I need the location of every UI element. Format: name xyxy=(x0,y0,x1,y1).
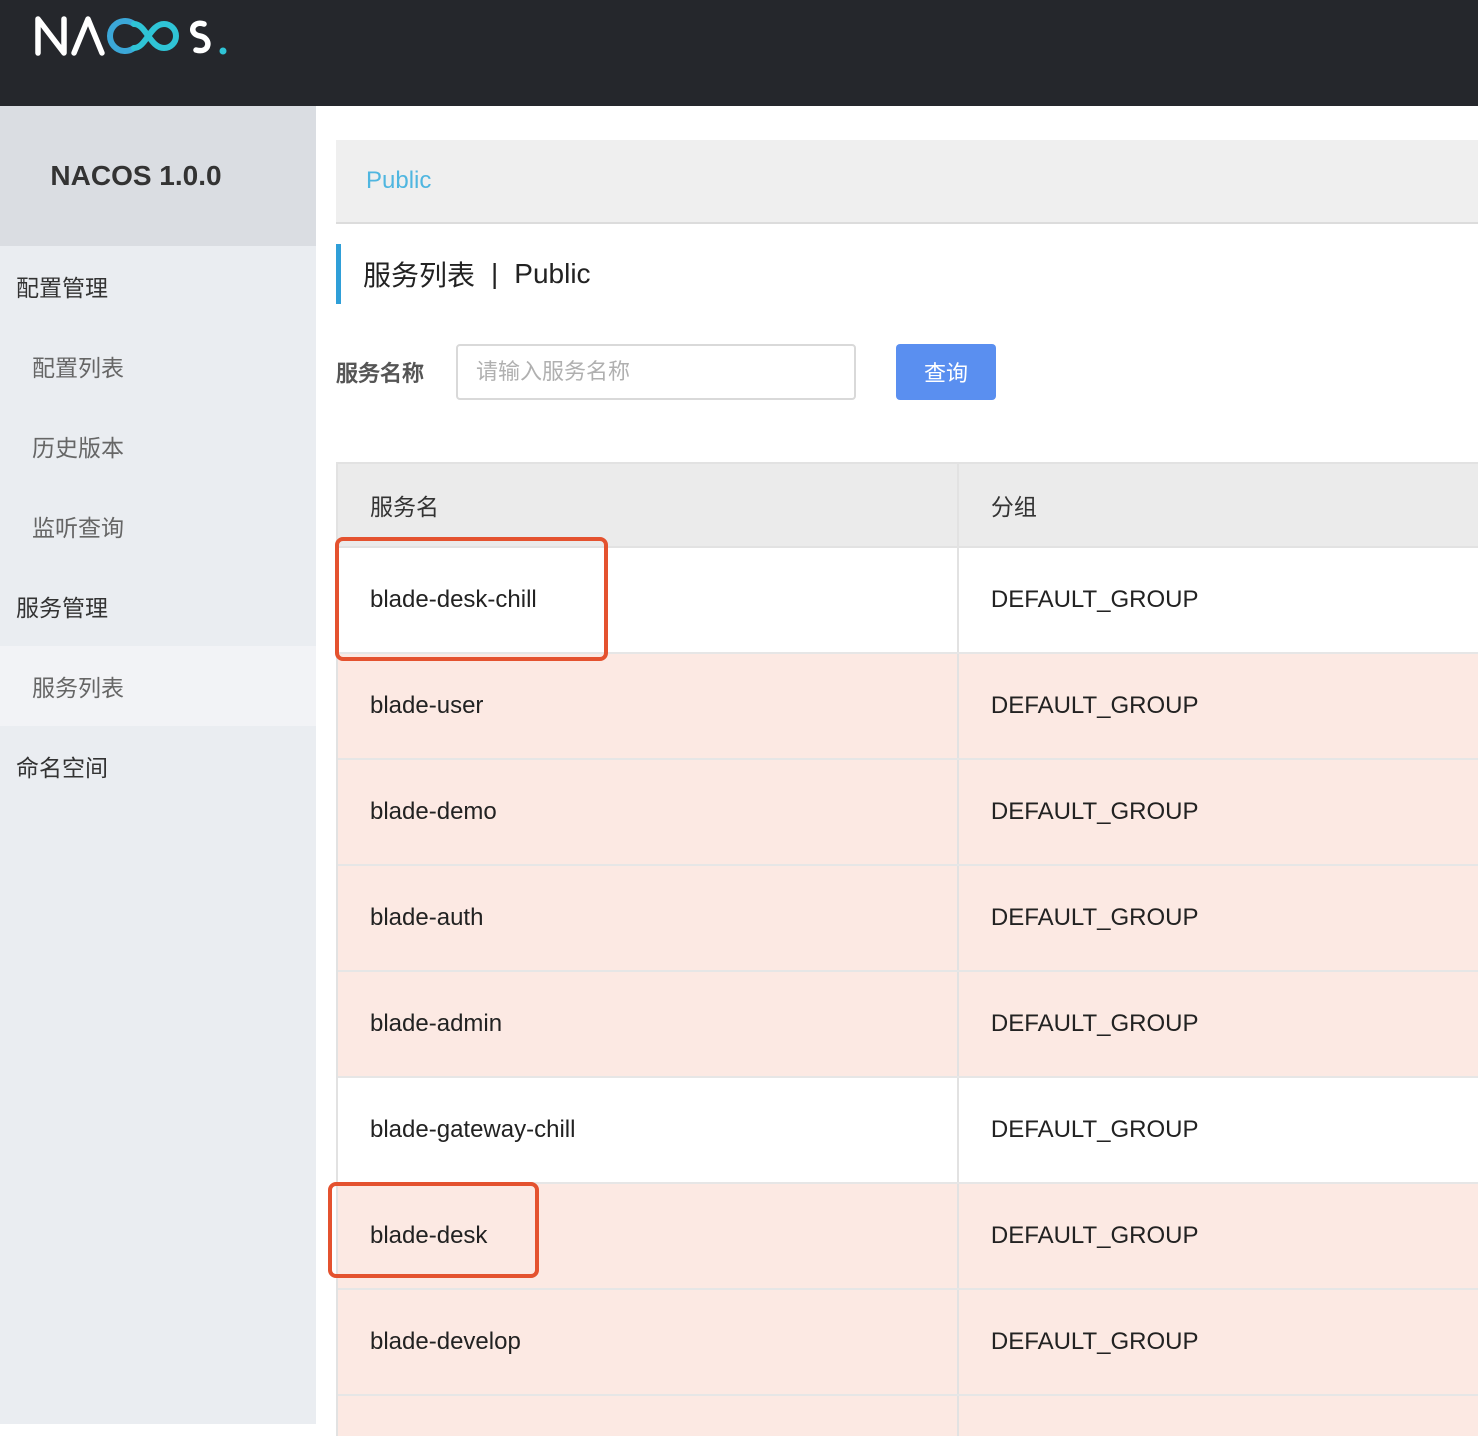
service-name-cell[interactable]: blade-desk-chill xyxy=(338,548,959,652)
group-cell: DEFAULT_GROUP xyxy=(990,692,1199,719)
service-name-input[interactable] xyxy=(456,344,856,400)
sidebar-item-config-management[interactable]: 配置管理 xyxy=(0,246,316,326)
nacos-logo-graphic xyxy=(35,16,227,56)
sidebar-item-history[interactable]: 历史版本 xyxy=(0,406,316,486)
column-header-group: 分组 xyxy=(990,495,1037,521)
sidebar-title: NACOS 1.0.0 xyxy=(50,160,222,191)
service-name-cell-partial xyxy=(338,1396,959,1436)
namespace-link-public[interactable]: Public xyxy=(366,167,431,195)
sidebar-item-listener-query[interactable]: 监听查询 xyxy=(0,486,316,566)
group-cell: DEFAULT_GROUP xyxy=(990,1222,1199,1249)
page-title-namespace: Public xyxy=(514,258,591,289)
top-bar xyxy=(0,0,1478,106)
sidebar-item-label: 服务列表 xyxy=(32,676,124,702)
service-table: 服务名 分组 blade-desk-chill DEFAULT_GROUP bl… xyxy=(336,462,1478,1436)
service-name-cell[interactable]: blade-gateway-chill xyxy=(338,1078,959,1182)
sidebar-header: NACOS 1.0.0 xyxy=(0,106,316,246)
nacos-logo[interactable] xyxy=(34,14,230,58)
page-title: 服务列表 | Public xyxy=(336,244,591,304)
service-name-cell[interactable]: blade-admin xyxy=(338,972,959,1076)
sidebar-item-service-management[interactable]: 服务管理 xyxy=(0,566,316,646)
table-row: blade-admin DEFAULT_GROUP xyxy=(338,972,1478,1078)
table-header: 服务名 分组 xyxy=(338,464,1478,548)
table-row-partial xyxy=(338,1396,1478,1436)
sidebar-item-config-list[interactable]: 配置列表 xyxy=(0,326,316,406)
group-cell: DEFAULT_GROUP xyxy=(990,904,1199,931)
sidebar: NACOS 1.0.0 配置管理 配置列表 历史版本 监听查询 服务管理 服务列… xyxy=(0,106,316,1424)
column-header-service-name: 服务名 xyxy=(338,464,959,546)
group-cell: DEFAULT_GROUP xyxy=(990,1328,1199,1355)
group-cell: DEFAULT_GROUP xyxy=(990,798,1199,825)
sidebar-item-label: 命名空间 xyxy=(16,756,108,782)
sidebar-item-label: 服务管理 xyxy=(16,596,108,622)
service-name-cell[interactable]: blade-desk xyxy=(338,1184,959,1288)
table-row: blade-demo DEFAULT_GROUP xyxy=(338,760,1478,866)
table-row: blade-desk-chill DEFAULT_GROUP xyxy=(338,548,1478,654)
sidebar-item-label: 配置列表 xyxy=(32,356,124,382)
service-name-cell[interactable]: blade-demo xyxy=(338,760,959,864)
page-title-text: 服务列表 xyxy=(363,259,476,292)
service-name-cell[interactable]: blade-auth xyxy=(338,866,959,970)
table-row: blade-auth DEFAULT_GROUP xyxy=(338,866,1478,972)
sidebar-item-label: 配置管理 xyxy=(16,276,108,302)
namespace-bar: Public xyxy=(336,140,1478,224)
sidebar-item-namespace[interactable]: 命名空间 xyxy=(0,726,316,806)
sidebar-item-label: 历史版本 xyxy=(32,436,124,462)
page-title-separator: | xyxy=(491,258,499,289)
group-cell-partial xyxy=(959,1396,1478,1436)
group-cell: DEFAULT_GROUP xyxy=(990,586,1199,613)
service-name-cell[interactable]: blade-develop xyxy=(338,1290,959,1394)
sidebar-item-service-list[interactable]: 服务列表 xyxy=(0,646,316,726)
query-button[interactable]: 查询 xyxy=(896,344,996,400)
service-name-cell[interactable]: blade-user xyxy=(338,654,959,758)
table-row: blade-desk DEFAULT_GROUP xyxy=(338,1184,1478,1290)
sidebar-item-label: 监听查询 xyxy=(32,516,124,542)
table-row: blade-user DEFAULT_GROUP xyxy=(338,654,1478,760)
main-content: Public 服务列表 | Public 服务名称 查询 服务名 分组 blad… xyxy=(316,106,1478,1436)
table-row: blade-develop DEFAULT_GROUP xyxy=(338,1290,1478,1396)
service-name-label: 服务名称 xyxy=(336,362,425,387)
table-row: blade-gateway-chill DEFAULT_GROUP xyxy=(338,1078,1478,1184)
group-cell: DEFAULT_GROUP xyxy=(990,1010,1199,1037)
group-cell: DEFAULT_GROUP xyxy=(990,1116,1199,1143)
